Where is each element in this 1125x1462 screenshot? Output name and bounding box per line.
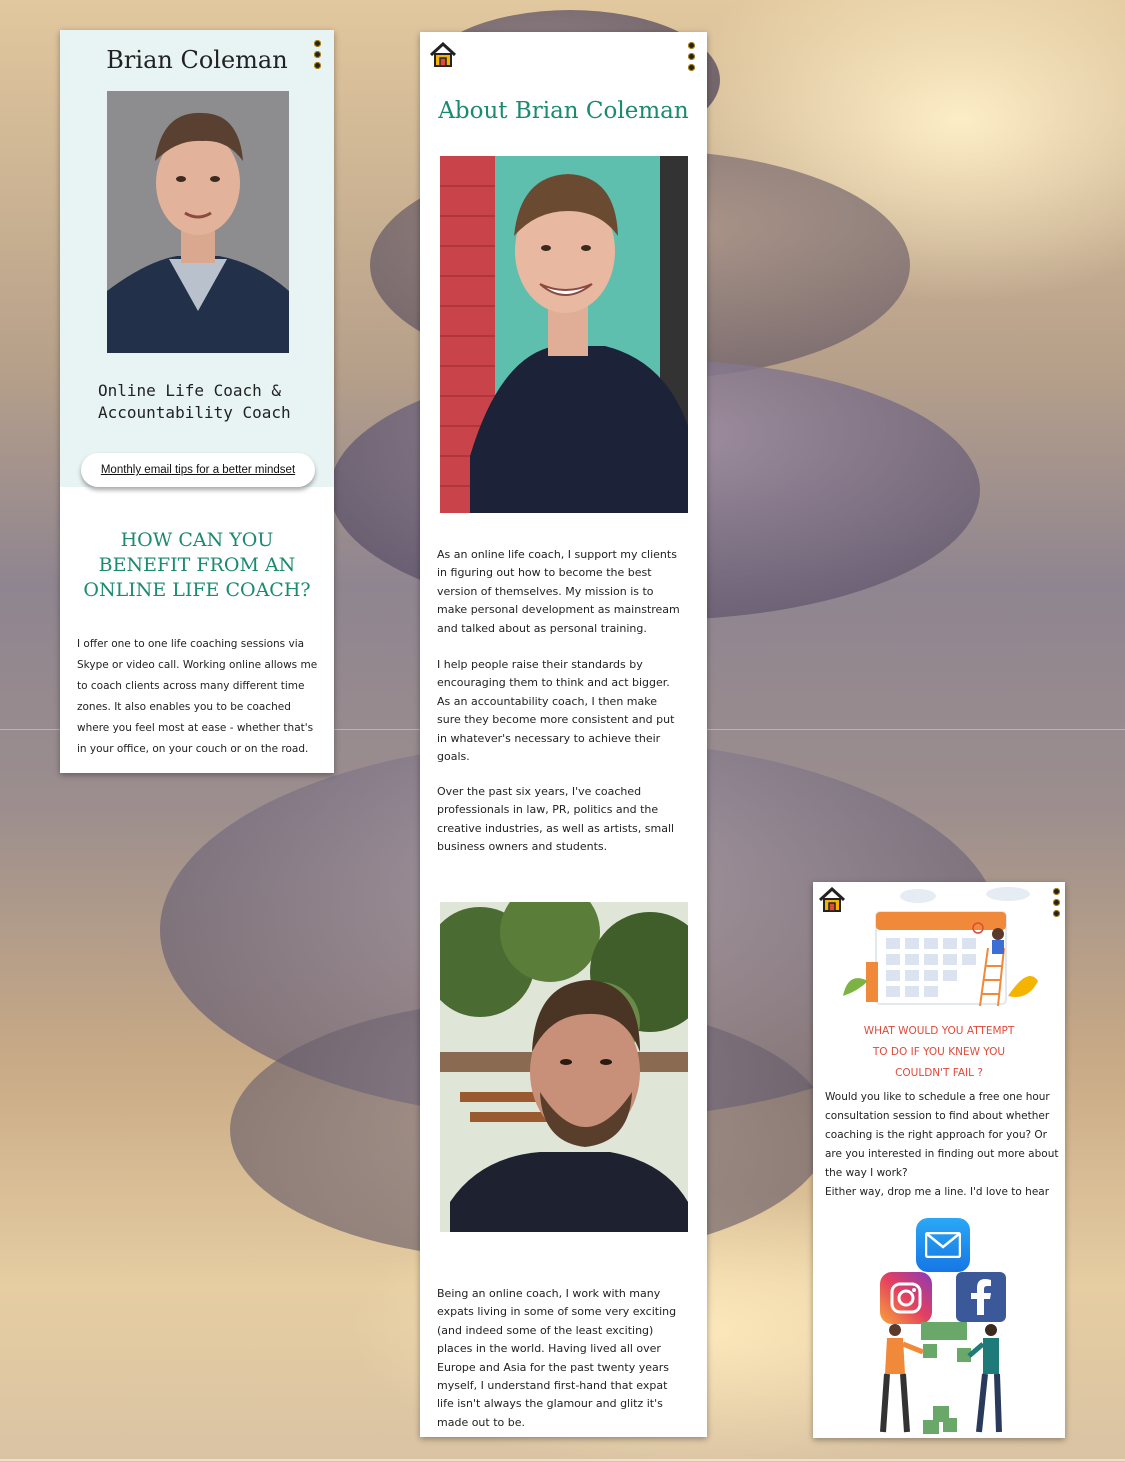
- text-line: myself, I understand first-hand that exp…: [437, 1379, 668, 1393]
- heading-line: WHAT WOULD YOU ATTEMPT: [863, 1025, 1015, 1037]
- text-line: Being an online coach, I work with many: [437, 1287, 661, 1300]
- text-line: (and indeed some of the least exciting): [437, 1323, 654, 1337]
- benefit-heading: HOW CAN YOU BENEFIT FROM AN ONLINE LIFE …: [60, 528, 334, 603]
- text-line: make personal development as mainstream: [437, 603, 680, 617]
- facebook-icon[interactable]: [956, 1272, 1006, 1322]
- text-line: sure they become more consistent and put: [437, 713, 675, 727]
- text-line: goals.: [437, 750, 470, 764]
- calendar-illustration: [838, 886, 1043, 1016]
- benefit-text: I offer one to one life coaching session…: [77, 634, 322, 760]
- profile-tagline: Online Life Coach & Accountability Coach: [98, 380, 318, 424]
- tagline-line: Online Life Coach &: [98, 381, 282, 400]
- more-menu-icon[interactable]: [314, 40, 322, 69]
- text-line: professionals in law, PR, politics and t…: [437, 803, 659, 817]
- text-line: I offer one to one life coaching session…: [77, 638, 305, 650]
- instagram-icon[interactable]: [880, 1272, 932, 1324]
- heading-line: BENEFIT FROM AN: [98, 554, 296, 576]
- text-line: As an online life coach, I support my cl…: [437, 548, 677, 561]
- text-line: zones. It also enables you to be coached: [77, 701, 291, 713]
- text-line: encouraging them to think and act bigger…: [437, 676, 670, 690]
- text-line: where you feel most at ease - whether th…: [77, 722, 314, 734]
- newsletter-button[interactable]: Monthly email tips for a better mindset: [81, 453, 315, 487]
- profile-panel: Brian Coleman Online Life Coach & Accoun…: [60, 30, 334, 773]
- heading-line: ONLINE LIFE COACH?: [83, 579, 311, 601]
- text-line: places in the world. Having lived all ov…: [437, 1342, 661, 1356]
- text-line: to coach clients across many different t…: [77, 680, 305, 692]
- text-line: in whatever's necessary to achieve their: [437, 731, 661, 745]
- text-line: expats living in some of some very excit…: [437, 1305, 677, 1319]
- text-line: coaching is the right approach for you? …: [825, 1129, 1047, 1141]
- question-heading: WHAT WOULD YOU ATTEMPT TO DO IF YOU KNEW…: [813, 1021, 1065, 1084]
- text-line: and talked about as personal training.: [437, 621, 647, 635]
- about-title: About Brian Coleman: [438, 98, 689, 124]
- text-line: the way I work?: [825, 1167, 908, 1179]
- text-line: consultation session to find about wheth…: [825, 1110, 1050, 1122]
- about-paragraph: Being an online coach, I work with many …: [437, 1285, 692, 1432]
- mail-icon[interactable]: [916, 1218, 970, 1272]
- contact-panel: WHAT WOULD YOU ATTEMPT TO DO IF YOU KNEW…: [813, 882, 1065, 1438]
- about-panel: About Brian Coleman As an online life co…: [420, 32, 707, 1437]
- text-line: As an accountability coach, I then make: [437, 694, 657, 708]
- divider-line: [0, 1459, 1125, 1461]
- tagline-line: Accountability Coach: [98, 403, 291, 422]
- heading-line: TO DO IF YOU KNEW YOU: [872, 1046, 1006, 1058]
- text-line: in figuring out how to become the best: [437, 566, 652, 580]
- text-line: I help people raise their standards by: [437, 658, 643, 671]
- profile-photo: [107, 91, 289, 353]
- heading-line: HOW CAN YOU: [120, 529, 274, 551]
- about-photo-outdoors: [440, 902, 688, 1232]
- about-photo-brick-wall: [440, 156, 688, 513]
- more-menu-icon[interactable]: [688, 42, 696, 71]
- text-line: Over the past six years, I've coached: [437, 785, 642, 798]
- home-icon[interactable]: [429, 41, 457, 68]
- text-line: creative industries, as well as artists,…: [437, 821, 675, 835]
- text-line: Skype or video call. Working online allo…: [77, 659, 318, 671]
- text-line: made out to be.: [437, 1415, 525, 1429]
- about-paragraph: Over the past six years, I've coached pr…: [437, 783, 692, 857]
- puzzle-team-illustration: [873, 1322, 1013, 1438]
- about-paragraph: I help people raise their standards by e…: [437, 656, 692, 766]
- text-line: in your office, on your couch or on the …: [77, 743, 309, 755]
- profile-name: Brian Coleman: [106, 46, 288, 74]
- more-menu-icon[interactable]: [1053, 888, 1061, 917]
- text-line: are you interested in finding out more a…: [825, 1148, 1059, 1160]
- text-line: Europe and Asia for the past twenty year…: [437, 1360, 669, 1374]
- text-line: Either way, drop me a line. I'd love to …: [825, 1186, 1050, 1198]
- text-line: Would you like to schedule a free one ho…: [825, 1091, 1050, 1103]
- about-paragraph: As an online life coach, I support my cl…: [437, 546, 692, 638]
- contact-text: Would you like to schedule a free one ho…: [825, 1088, 1061, 1202]
- heading-line: COULDN'T FAIL ?: [895, 1067, 983, 1079]
- text-line: life isn't always the glamour and glitz …: [437, 1397, 663, 1411]
- text-line: business owners and students.: [437, 840, 608, 854]
- text-line: version of themselves. My mission is to: [437, 584, 654, 598]
